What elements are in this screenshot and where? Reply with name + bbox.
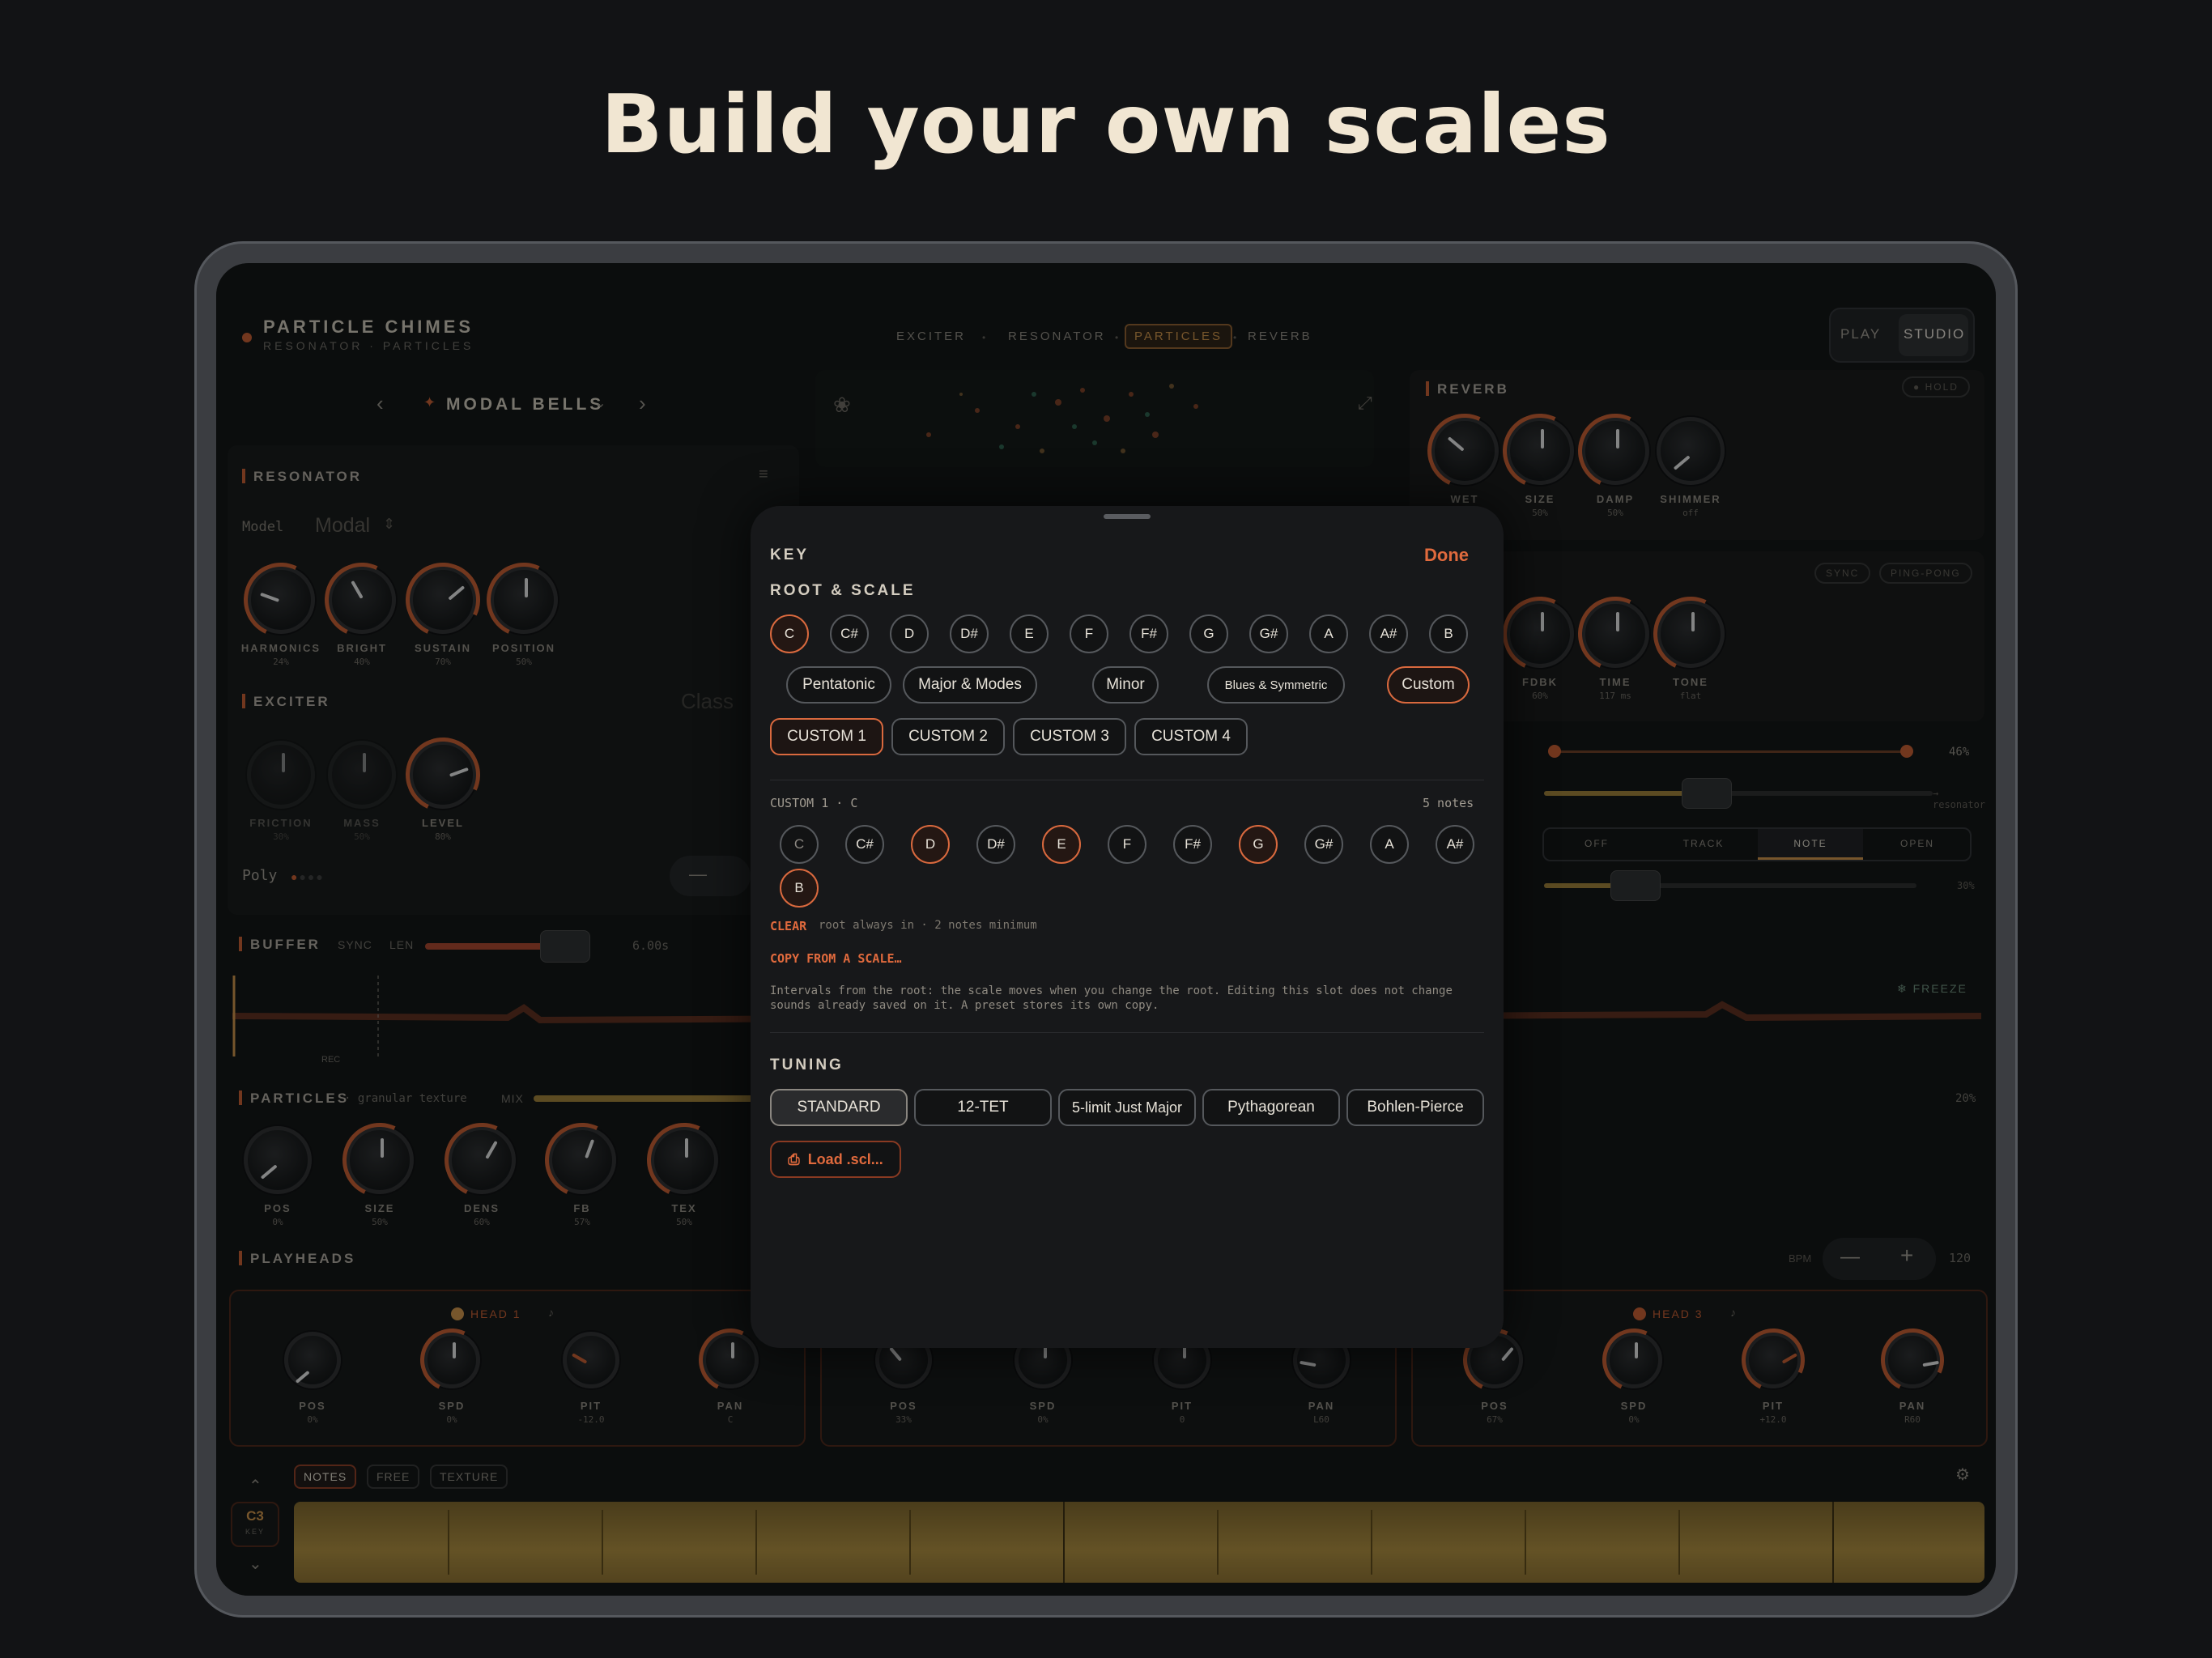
note-count: 5 notes [1423,796,1474,810]
root-c-sharp[interactable]: C# [830,614,869,653]
interval-e[interactable]: E [1042,825,1081,864]
root-e[interactable]: E [1010,614,1049,653]
custom-slot-4[interactable]: CUSTOM 4 [1134,718,1248,755]
interval-d[interactable]: D [911,825,950,864]
load-scl-button[interactable]: ⎙ Load .scl... [770,1141,901,1178]
custom-slot-1[interactable]: CUSTOM 1 [770,718,883,755]
divider [770,1032,1484,1033]
family-minor[interactable]: Minor [1092,666,1159,704]
tuning-standard[interactable]: STANDARD [770,1089,908,1126]
interval-g-sharp[interactable]: G# [1304,825,1343,864]
family-blues-symmetric[interactable]: Blues & Symmetric [1207,666,1345,704]
root-a[interactable]: A [1309,614,1348,653]
load-icon: ⎙ [788,1150,800,1167]
family-custom[interactable]: Custom [1387,666,1470,704]
tuning-title: TUNING [770,1056,844,1073]
tablet-frame: PARTICLE CHIMES RESONATOR · PARTICLES EX… [194,241,2018,1618]
sheet-title: KEY [770,546,810,563]
tuning-12-tet[interactable]: 12-TET [914,1089,1052,1126]
tuning-5-limit-just[interactable]: 5-limit Just Major [1058,1089,1196,1126]
clear-button[interactable]: CLEAR [770,919,806,933]
interval-f-sharp[interactable]: F# [1173,825,1212,864]
interval-c[interactable]: C [780,825,819,864]
root-scale-title: ROOT & SCALE [770,582,916,599]
load-scl-label: Load .scl... [807,1150,883,1167]
family-major-modes[interactable]: Major & Modes [903,666,1037,704]
interval-d-sharp[interactable]: D# [976,825,1015,864]
root-d-sharp[interactable]: D# [950,614,989,653]
interval-c-sharp[interactable]: C# [845,825,884,864]
root-b[interactable]: B [1429,614,1468,653]
tuning-bohlen-pierce[interactable]: Bohlen-Pierce [1346,1089,1484,1126]
root-f-sharp[interactable]: F# [1129,614,1168,653]
interval-g[interactable]: G [1239,825,1278,864]
key-sheet: KEY Done ROOT & SCALE C C# D D# E F F# G… [751,506,1504,1348]
root-g[interactable]: G [1189,614,1228,653]
interval-a[interactable]: A [1370,825,1409,864]
root-f[interactable]: F [1070,614,1108,653]
custom-slot-2[interactable]: CUSTOM 2 [891,718,1005,755]
root-d[interactable]: D [890,614,929,653]
root-c[interactable]: C [770,614,809,653]
custom-slot-3[interactable]: CUSTOM 3 [1013,718,1126,755]
copy-from-scale-button[interactable]: COPY FROM A SCALE… [770,951,902,966]
clear-hint: root always in · 2 notes minimum [819,919,1037,932]
interval-a-sharp[interactable]: A# [1436,825,1474,864]
family-pentatonic[interactable]: Pentatonic [786,666,891,704]
sheet-grabber[interactable] [1104,514,1151,519]
headline: Build your own scales [601,77,1611,172]
interval-f[interactable]: F [1108,825,1146,864]
root-a-sharp[interactable]: A# [1369,614,1408,653]
root-g-sharp[interactable]: G# [1249,614,1288,653]
done-button[interactable]: Done [1424,545,1469,566]
custom-name: CUSTOM 1 · C [770,796,858,810]
help-text: Intervals from the root: the scale moves… [770,984,1453,1012]
tuning-pythagorean[interactable]: Pythagorean [1202,1089,1340,1126]
interval-b[interactable]: B [780,869,819,908]
app-screen: PARTICLE CHIMES RESONATOR · PARTICLES EX… [216,263,1996,1596]
